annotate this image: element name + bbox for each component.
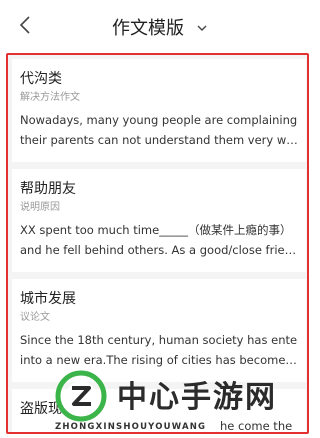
template-card[interactable]: 代沟类 解决方法作文 Nowadays, many young people a… — [12, 59, 306, 162]
template-subtitle: 说明原因 — [20, 202, 60, 213]
page-title: 作文模版 — [111, 18, 184, 39]
template-title: 城市发展 — [20, 291, 76, 307]
template-preview: XX spent too much time_____（做某件上瘾的事） and… — [20, 220, 298, 260]
template-subtitle: 解决方法作文 — [20, 92, 80, 103]
chevron-down-icon — [197, 25, 207, 31]
preview-line-2: and he fell behind others. As a good/clo… — [20, 243, 298, 257]
template-subtitle: 议论文 — [20, 312, 50, 323]
template-card[interactable]: 城市发展 议论文 Since the 18th century, human s… — [12, 279, 306, 382]
preview-line-2: their parents can not understand them ve… — [20, 133, 298, 147]
preview-line-1: Nowadays, many young people are complain… — [20, 113, 298, 127]
watermark-brand: 中心手游网 — [117, 380, 277, 415]
template-preview: Since the 18th century, human society ha… — [20, 330, 298, 370]
template-title: 帮助朋友 — [20, 181, 76, 197]
preview-line-1: Since the 18th century, human society ha… — [20, 333, 298, 347]
preview-line-1: XX spent too much time_____（做某件上瘾的事） — [20, 223, 292, 237]
template-card[interactable]: 帮助朋友 说明原因 XX spent too much time_____（做某… — [12, 169, 306, 272]
watermark-url: ZHONGXINSHOUYOUWANG — [55, 422, 207, 432]
title-dropdown[interactable]: 作文模版 — [0, 14, 319, 40]
template-preview: Nowadays, many young people are complain… — [20, 110, 298, 150]
template-title: 代沟类 — [20, 71, 62, 87]
watermark: 中心手游网 ZHONGXINSHOUYOUWANG — [55, 368, 319, 438]
preview-line-2: into a new era.The rising of cities has … — [20, 353, 298, 367]
top-bar: 作文模版 — [0, 0, 319, 50]
watermark-logo-icon — [55, 370, 107, 422]
